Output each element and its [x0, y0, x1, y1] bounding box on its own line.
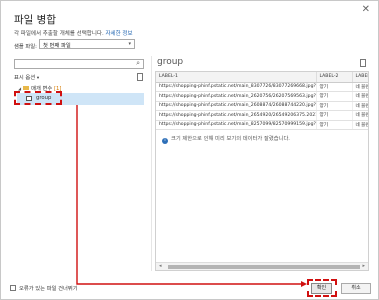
scroll-left-icon[interactable]: ◂ — [159, 263, 162, 269]
sample-file-value: 첫 번째 파일 — [43, 43, 71, 49]
table-cell: https://shopping-phinf.pstatic.net/main_… — [156, 101, 317, 111]
table-cell: https://shopping-phinf.pstatic.net/main_… — [156, 82, 317, 92]
preview-header-row: LABEL-1 LABEL-2 LABEL-3 — [156, 72, 368, 83]
dialog-subtitle: 각 파일에서 추출할 개체를 선택합니다. 자세한 정보 — [14, 29, 133, 37]
info-text: 크기 제한으로 인해 미리 보기의 데이터가 잘렸습니다. — [171, 136, 290, 142]
table-cell: 양기 — [316, 120, 353, 130]
table-cell: https://shopping-phinf.pstatic.net/main_… — [156, 110, 317, 121]
table-cell: 네 블렌드 — [352, 110, 368, 121]
table-cell: https://shopping-phinf.pstatic.net/main_… — [156, 91, 317, 102]
sample-file-label: 샘플 파일: — [14, 44, 37, 50]
table-cell: 양기 — [316, 101, 353, 111]
table-cell: 네 블렌드 — [352, 120, 368, 130]
cancel-button[interactable]: 취소 — [341, 283, 371, 294]
table-row: https://shopping-phinf.pstatic.net/main_… — [156, 101, 368, 111]
table-cell: https://shopping-phinf.pstatic.net/main_… — [156, 120, 317, 130]
display-options-dropdown[interactable]: 표시 옵션 ▾ — [14, 73, 39, 81]
folder-icon — [23, 86, 30, 90]
combine-files-dialog: ✕ 파일 병합 각 파일에서 추출할 개체를 선택합니다. 자세한 정보 샘플 … — [0, 0, 379, 300]
table-row: https://shopping-phinf.pstatic.net/main_… — [156, 91, 368, 102]
horizontal-scrollbar[interactable]: ◂ ▸ — [156, 262, 368, 270]
skip-errors-label: 오류가 있는 파일 건너뛰기 — [19, 286, 78, 292]
page-icon[interactable] — [360, 59, 366, 67]
table-row: https://shopping-phinf.pstatic.net/main_… — [156, 120, 368, 130]
column-header: LABEL-2 — [316, 72, 353, 83]
preview-table: LABEL-1 LABEL-2 LABEL-3 https://shopping… — [156, 72, 368, 130]
preview-title: group — [157, 57, 184, 67]
scroll-right-icon[interactable]: ▸ — [362, 263, 365, 269]
subtitle-text: 각 파일에서 추출할 개체를 선택합니다. — [14, 31, 104, 37]
learn-more-link[interactable]: 자세한 정보 — [105, 31, 132, 37]
scrollbar-thumb[interactable] — [168, 265, 360, 269]
table-cell: 네 블렌드 — [352, 91, 368, 102]
table-cell: 네 블렌드 — [352, 82, 368, 92]
search-icon: ⌕ — [136, 59, 140, 67]
sample-file-dropdown[interactable]: 첫 번째 파일 ▾ — [39, 39, 135, 49]
display-options-label: 표시 옵션 — [14, 75, 36, 81]
truncation-info: i 크기 제한으로 인해 미리 보기의 데이터가 잘렸습니다. — [162, 134, 290, 144]
pane-divider — [151, 56, 152, 271]
column-header: LABEL-3 — [352, 72, 368, 83]
info-icon: i — [162, 138, 168, 144]
table-cell: 네 블렌드 — [352, 101, 368, 111]
table-cell: 양기 — [316, 82, 353, 92]
chevron-down-icon: ▾ — [128, 41, 131, 47]
chevron-down-icon: ▾ — [36, 76, 40, 81]
preview-table-pane: LABEL-1 LABEL-2 LABEL-3 https://shopping… — [155, 71, 369, 271]
dialog-title: 파일 병합 — [14, 14, 56, 26]
table-row: https://shopping-phinf.pstatic.net/main_… — [156, 82, 368, 92]
skip-errors-checkbox[interactable] — [10, 285, 16, 291]
group-highlight-box — [14, 91, 62, 105]
close-icon[interactable]: ✕ — [362, 5, 370, 15]
column-header: LABEL-1 — [156, 72, 317, 83]
table-row: https://shopping-phinf.pstatic.net/main_… — [156, 110, 368, 121]
search-input[interactable]: ⌕ — [14, 59, 144, 69]
page-icon[interactable] — [137, 73, 143, 81]
ok-highlight-box — [307, 279, 337, 297]
table-cell: 양기 — [316, 91, 353, 102]
table-cell: 양기 — [316, 110, 353, 121]
skip-errors-option[interactable]: 오류가 있는 파일 건너뛰기 — [10, 284, 78, 292]
